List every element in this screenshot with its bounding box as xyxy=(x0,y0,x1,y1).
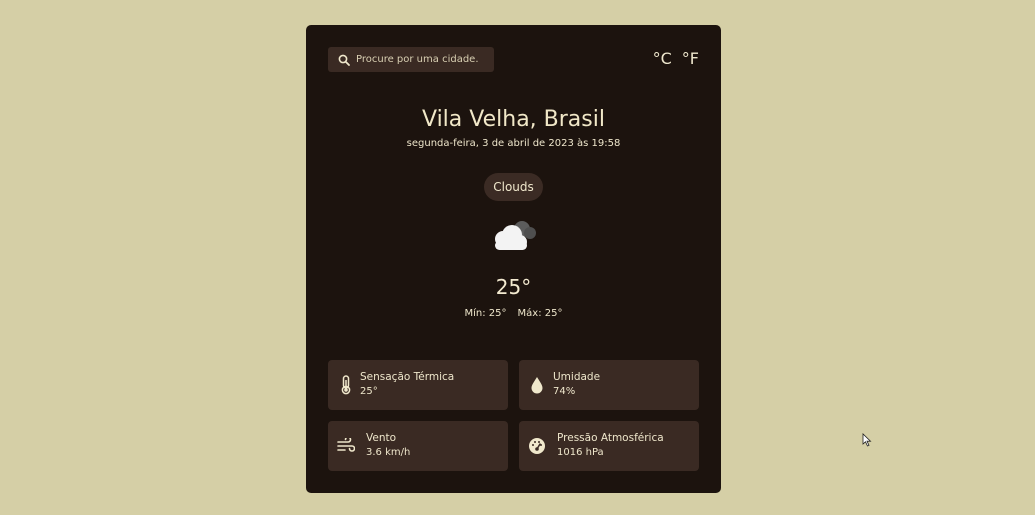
humidity-value: 74% xyxy=(553,386,576,397)
pressure-label: Pressão Atmosférica xyxy=(557,432,664,444)
wind-icon xyxy=(336,435,356,457)
wind-value: 3.6 km/h xyxy=(366,447,411,458)
mouse-cursor-icon xyxy=(862,432,872,451)
feels-like-value: 25° xyxy=(360,386,378,397)
unit-toggle: °C °F xyxy=(653,49,699,68)
clouds-icon xyxy=(486,215,542,255)
celsius-button[interactable]: °C xyxy=(653,49,672,68)
feels-like-label: Sensação Térmica xyxy=(360,371,455,383)
wind-label: Vento xyxy=(366,432,397,444)
temperature: 25° xyxy=(495,275,532,299)
humidity-tile: Umidade 74% xyxy=(519,360,699,410)
water-drop-icon xyxy=(527,374,547,396)
humidity-label: Umidade xyxy=(553,371,601,383)
feels-like-tile: Sensação Térmica 25° xyxy=(328,360,508,410)
min-max-temperature: Mín: 25° Máx: 25° xyxy=(306,308,721,319)
search-icon[interactable] xyxy=(332,47,356,72)
weather-condition-badge: Clouds xyxy=(484,173,543,201)
city-name: Vila Velha, Brasil xyxy=(422,107,605,132)
wind-tile: Vento 3.6 km/h xyxy=(328,421,508,471)
max-temperature: Máx: 25° xyxy=(517,308,563,319)
pressure-value: 1016 hPa xyxy=(557,447,604,458)
pressure-tile: Pressão Atmosférica 1016 hPa xyxy=(519,421,699,471)
min-temperature: Mín: 25° xyxy=(464,308,507,319)
thermometer-icon xyxy=(336,374,356,396)
weather-card: °C °F Vila Velha, Brasil segunda-feira, … xyxy=(306,25,721,493)
search-bar[interactable] xyxy=(328,47,494,72)
date-time: segunda-feira, 3 de abril de 2023 às 19:… xyxy=(406,138,621,149)
fahrenheit-button[interactable]: °F xyxy=(682,49,699,68)
search-input[interactable] xyxy=(356,54,486,65)
gauge-icon xyxy=(527,435,547,457)
